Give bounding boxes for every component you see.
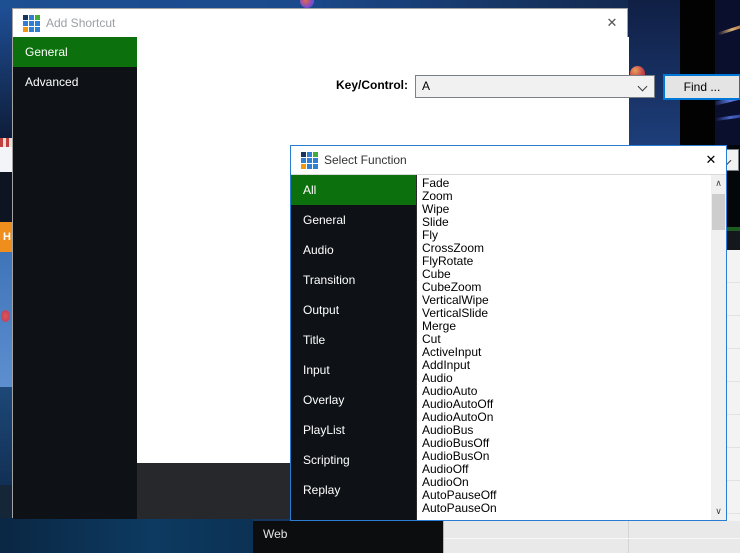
scroll-down-icon[interactable]: ∨ <box>711 503 726 520</box>
chevron-down-icon <box>638 82 648 92</box>
desktop-icon-vmix-fragment <box>0 147 12 172</box>
key-control-label: Key/Control: <box>258 78 408 92</box>
sidebar-item-general[interactable]: General <box>13 37 137 67</box>
panel-divider <box>444 538 740 539</box>
category-audio[interactable]: Audio <box>291 235 416 265</box>
firework-streak <box>717 23 740 35</box>
function-option-flyrotate[interactable]: FlyRotate <box>417 255 711 268</box>
select-function-titlebar[interactable]: Select Function ✕ <box>291 146 726 174</box>
wallpaper-left-deepwater <box>0 485 12 518</box>
vmix-app-icon <box>301 152 318 169</box>
category-overlay[interactable]: Overlay <box>291 385 416 415</box>
tab-web[interactable]: Web <box>263 527 287 541</box>
scroll-up-icon[interactable]: ∧ <box>711 175 726 192</box>
web-tab-bar: Web <box>253 521 443 553</box>
scrollbar-thumb[interactable] <box>712 194 725 230</box>
category-scripting[interactable]: Scripting <box>291 445 416 475</box>
background-bottom-panel <box>443 521 740 553</box>
function-option-merge[interactable]: Merge <box>417 320 711 333</box>
function-option-wipe[interactable]: Wipe <box>417 203 711 216</box>
category-playlist[interactable]: PlayList <box>291 415 416 445</box>
function-option-addinput[interactable]: AddInput <box>417 359 711 372</box>
function-option-fade[interactable]: Fade <box>417 177 711 190</box>
window-title: Select Function <box>324 146 407 174</box>
wallpaper-left-sky <box>0 8 12 138</box>
desktop-icon-orange-fragment: H <box>0 222 12 252</box>
wallpaper-left-dark <box>0 172 12 222</box>
add-shortcut-sidebar: GeneralAdvanced <box>13 37 137 519</box>
background-right-listrows <box>727 250 740 521</box>
wallpaper-left-water <box>0 387 12 485</box>
category-all[interactable]: All <box>291 175 416 205</box>
panel-divider <box>628 521 629 553</box>
vmix-app-icon <box>23 15 40 32</box>
find-button[interactable]: Find ... <box>663 74 740 100</box>
function-option-autopauseon[interactable]: AutoPauseOn <box>417 502 711 515</box>
desktop-icon-balloon-fragment <box>0 138 12 147</box>
firework-streak <box>715 114 740 121</box>
close-icon[interactable]: ✕ <box>597 9 627 37</box>
function-option-verticalslide[interactable]: VerticalSlide <box>417 307 711 320</box>
wallpaper-bottom-water <box>0 518 253 553</box>
window-title: Add Shortcut <box>46 9 115 37</box>
sidebar-item-advanced[interactable]: Advanced <box>13 67 137 97</box>
category-replay[interactable]: Replay <box>291 475 416 505</box>
function-option-slide[interactable]: Slide <box>417 216 711 229</box>
key-control-value: A <box>422 76 430 97</box>
category-input[interactable]: Input <box>291 355 416 385</box>
background-right-dark2 <box>727 231 740 250</box>
close-icon[interactable]: ✕ <box>696 146 726 174</box>
function-option-zoom[interactable]: Zoom <box>417 190 711 203</box>
wallpaper-balloon2-icon <box>1 310 10 322</box>
category-general[interactable]: General <box>291 205 416 235</box>
select-function-window: Select Function ✕ AllGeneralAudioTransit… <box>290 145 727 521</box>
function-list: FadeZoomWipeSlideFlyCrossZoomFlyRotateCu… <box>416 175 711 520</box>
category-output[interactable]: Output <box>291 295 416 325</box>
function-category-sidebar: AllGeneralAudioTransitionOutputTitleInpu… <box>291 175 416 520</box>
function-list-scrollbar[interactable]: ∧ ∨ <box>711 175 726 520</box>
category-title[interactable]: Title <box>291 325 416 355</box>
category-transition[interactable]: Transition <box>291 265 416 295</box>
key-control-select[interactable]: A <box>415 75 655 98</box>
add-shortcut-titlebar[interactable]: Add Shortcut ✕ <box>13 9 627 37</box>
